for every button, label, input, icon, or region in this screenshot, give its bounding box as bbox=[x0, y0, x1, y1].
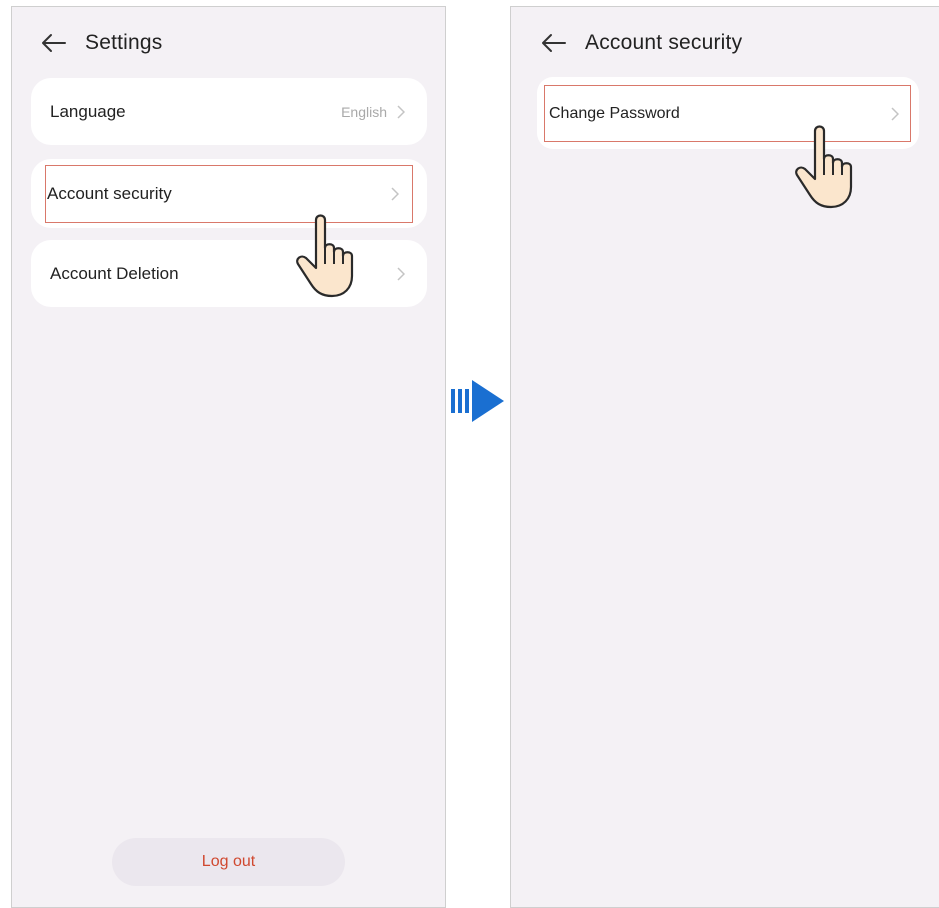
account-security-header: Account security bbox=[539, 25, 742, 61]
settings-screen: Settings Language English Account securi… bbox=[11, 6, 446, 908]
account-security-label: Account security bbox=[47, 184, 172, 203]
back-arrow-icon[interactable] bbox=[539, 31, 567, 55]
account-security-screen: Account security Change Password bbox=[510, 6, 939, 908]
back-arrow-icon[interactable] bbox=[39, 31, 67, 55]
account-deletion-label: Account Deletion bbox=[50, 263, 179, 283]
account-security-item[interactable]: Account security bbox=[45, 165, 413, 223]
chevron-right-icon bbox=[397, 104, 405, 119]
change-password-label: Change Password bbox=[549, 104, 680, 122]
page-title: Account security bbox=[585, 31, 743, 54]
arrow-right-icon bbox=[451, 380, 504, 422]
settings-header: Settings bbox=[39, 25, 162, 61]
chevron-right-icon bbox=[391, 187, 399, 201]
page-title: Settings bbox=[85, 31, 163, 54]
language-label: Language bbox=[50, 101, 126, 121]
account-deletion-item[interactable]: Account Deletion bbox=[31, 240, 427, 307]
language-value: English bbox=[341, 103, 387, 120]
chevron-right-icon bbox=[891, 106, 899, 121]
logout-button[interactable]: Log out bbox=[112, 838, 345, 886]
language-item[interactable]: Language English bbox=[31, 78, 427, 145]
chevron-right-icon bbox=[397, 266, 405, 281]
change-password-item[interactable]: Change Password bbox=[544, 85, 911, 142]
